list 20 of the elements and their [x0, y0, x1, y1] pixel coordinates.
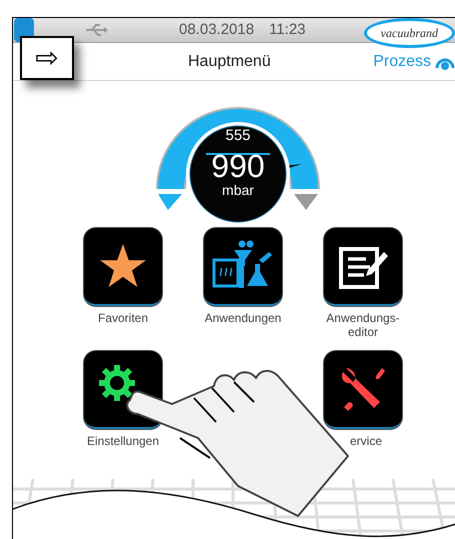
menu-label: Einstellungen [86, 434, 160, 448]
brand-logo: vacuubrand [364, 18, 455, 48]
arrow-symbol: ⇨ [35, 44, 59, 72]
menu-tile[interactable] [324, 351, 402, 429]
time-text: 11:23 [269, 20, 306, 40]
star-icon [100, 244, 146, 288]
menu-tile[interactable] [324, 228, 402, 306]
setpoint-value: 555 [225, 127, 251, 145]
process-button[interactable]: Prozess [373, 50, 455, 74]
menu-tile[interactable] [84, 228, 162, 306]
menu-label: Favoriten [98, 311, 148, 325]
menu-label: Anwendungen [204, 311, 282, 325]
page-title: Hauptmenü [188, 52, 271, 72]
pressure-value: 990 [211, 149, 265, 183]
menu-label: ervice [348, 434, 382, 448]
menu-label: Anwendungs- editor [326, 311, 400, 339]
pressure-unit: mbar [222, 183, 254, 197]
menu-tile[interactable] [204, 228, 282, 306]
date-text: 08.03.2018 [179, 20, 254, 40]
usb-icon [86, 23, 108, 37]
